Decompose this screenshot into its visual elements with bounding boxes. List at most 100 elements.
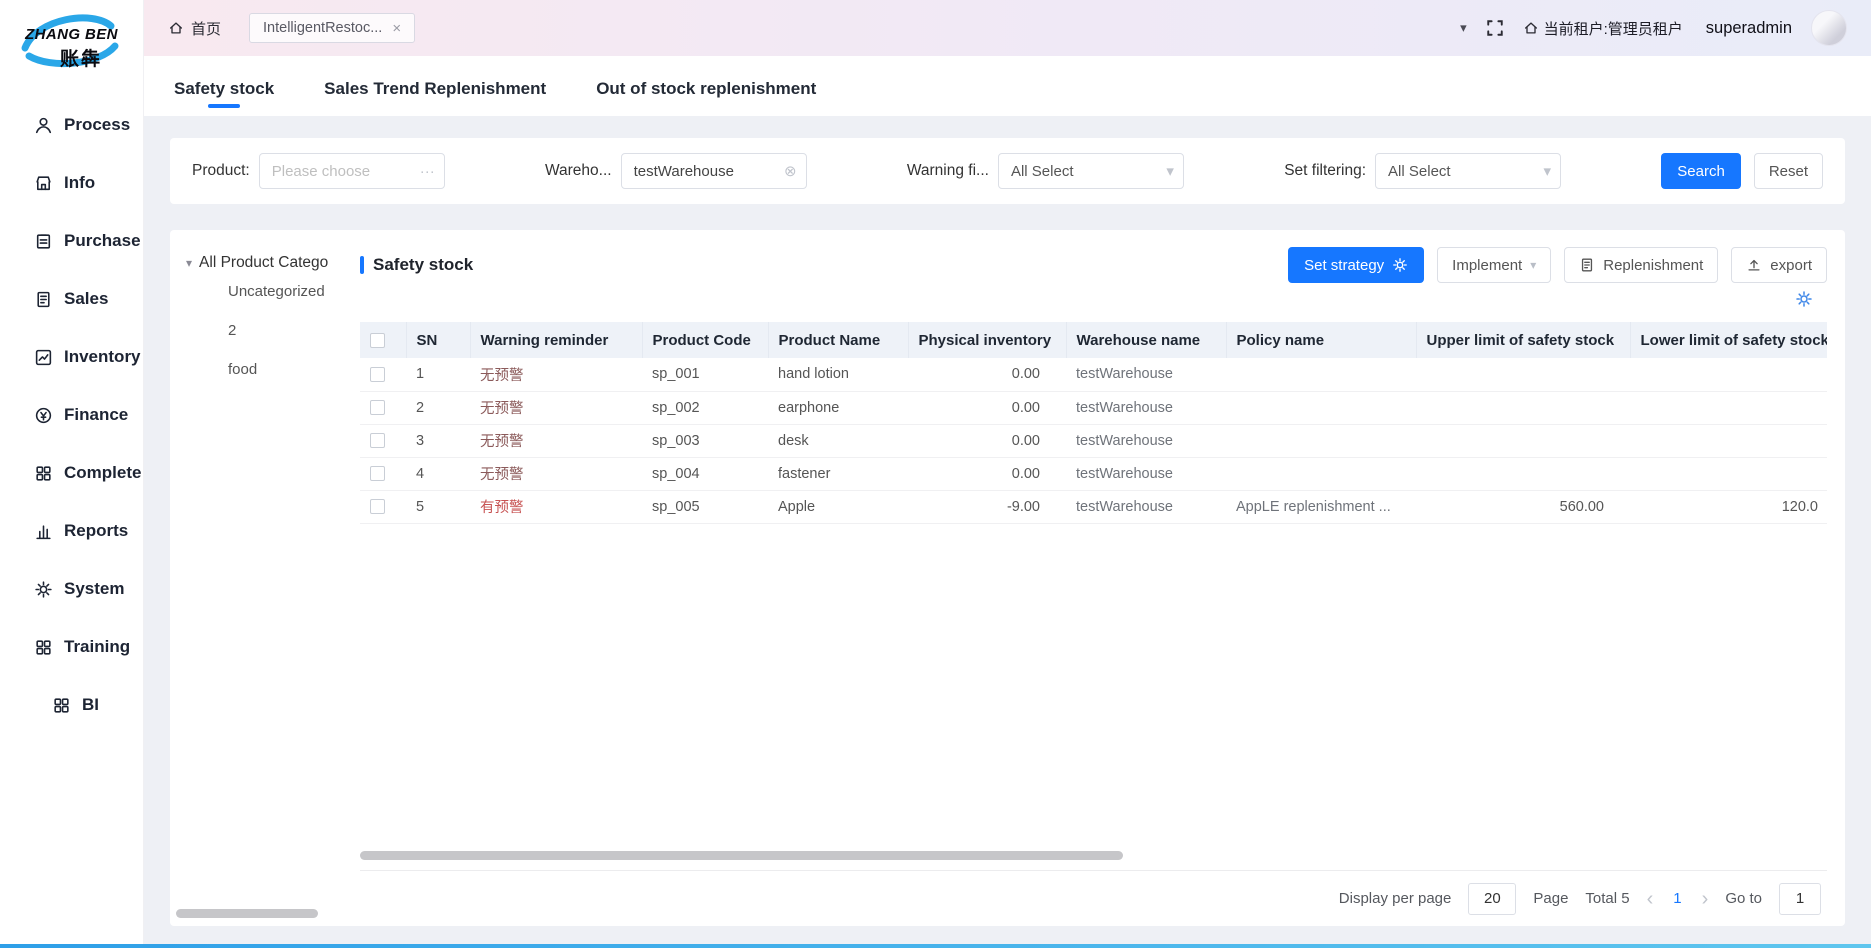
page-size-input[interactable] [1468,883,1516,915]
tree-node-2[interactable]: 2 [186,311,360,350]
table-row[interactable]: 2无预警sp_002earphone0.00testWarehouse [360,391,1827,424]
cell-name: desk [768,424,908,457]
page-label: Page [1533,890,1568,907]
sidebar-item-sales[interactable]: Sales [0,270,143,328]
topbar: 首页 IntelligentRestoc... × ▾ 当前租户:管理员租户 s… [144,0,1871,56]
cell-code: sp_003 [642,424,768,457]
store-icon [34,174,53,193]
sidebar-item-label: Reports [64,521,128,541]
sidebar-item-label: Process [64,115,130,135]
open-page-tab[interactable]: IntelligentRestoc... × [249,13,415,43]
tree-collapse-icon[interactable]: ▾ [186,256,192,270]
table-row[interactable]: 3无预警sp_003desk0.00testWarehouse [360,424,1827,457]
table-row[interactable]: 4无预警sp_004fastener0.00testWarehouse [360,457,1827,490]
prev-page-button[interactable]: ‹ [1647,889,1654,909]
column-header-policy-name: Policy name [1226,322,1416,358]
row-select-cell [360,490,406,523]
cell-code: sp_002 [642,391,768,424]
close-icon[interactable]: × [392,21,401,36]
replenishment-button[interactable]: Replenishment [1564,247,1718,283]
column-header-product-code: Product Code [642,322,768,358]
row-select-cell [360,424,406,457]
filter-bar: Product: ··· Wareho... ⊗ Warning fi... [170,138,1845,204]
column-header-lower-limit-of-safety-stock: Lower limit of safety stock [1630,322,1827,358]
reset-button[interactable]: Reset [1754,153,1823,189]
table-row[interactable]: 5有预警sp_005Apple-9.00testWarehouseAppLE r… [360,490,1827,523]
cell-policy [1226,457,1416,490]
row-checkbox[interactable] [370,499,385,514]
cell-warehouse: testWarehouse [1066,490,1226,523]
cell-upper [1416,457,1630,490]
tab-sales-trend-replenishment[interactable]: Sales Trend Replenishment [322,79,548,116]
content-area: Product: ··· Wareho... ⊗ Warning fi... [144,116,1871,948]
display-per-page-label: Display per page [1339,890,1452,907]
table-settings-gear-icon[interactable] [1795,290,1813,308]
warehouse-input[interactable] [622,154,806,188]
panel-actions: Set strategy Implement ▾ Replenishment [1288,247,1827,283]
page-horizontal-scrollbar[interactable] [176,909,318,918]
cell-lower [1630,391,1827,424]
warehouse-picker[interactable]: ⊗ [621,153,807,189]
tab-label: Out of stock replenishment [596,79,816,98]
goto-page-input[interactable] [1779,883,1821,915]
grid-icon [34,464,53,483]
table-horizontal-scrollbar[interactable] [360,851,1123,860]
sidebar-item-bi[interactable]: BI [0,676,143,734]
sidebar-item-purchase[interactable]: Purchase [0,212,143,270]
sidebar-item-system[interactable]: System [0,560,143,618]
set-strategy-button[interactable]: Set strategy [1288,247,1424,283]
export-button[interactable]: export [1731,247,1827,283]
select-all-checkbox[interactable] [370,333,385,348]
sidebar-item-process[interactable]: Process [0,96,143,154]
column-header-warehouse-name: Warehouse name [1066,322,1226,358]
set-filtering-select[interactable]: All Select ▾ [1375,153,1561,189]
table-row[interactable]: 1无预警sp_001hand lotion0.00testWarehouse [360,358,1827,391]
set-strategy-label: Set strategy [1304,257,1384,274]
sidebar-item-inventory[interactable]: Inventory [0,328,143,386]
product-input[interactable] [260,154,444,188]
tenant-home-icon [1523,20,1539,36]
tab-out-of-stock-replenishment[interactable]: Out of stock replenishment [594,79,818,116]
search-button[interactable]: Search [1661,153,1741,189]
safety-stock-card: ▾ All Product Catego Uncategorized2food … [170,230,1845,926]
ellipsis-picker-icon[interactable]: ··· [420,164,435,179]
product-picker[interactable]: ··· [259,153,445,189]
cell-name: fastener [768,457,908,490]
row-checkbox[interactable] [370,433,385,448]
row-checkbox[interactable] [370,367,385,382]
sidebar-item-complete[interactable]: Complete [0,444,143,502]
sidebar-item-training[interactable]: Training [0,618,143,676]
main-column: 首页 IntelligentRestoc... × ▾ 当前租户:管理员租户 s… [144,0,1871,948]
cell-inventory: -9.00 [908,490,1066,523]
tree-node-all-product-category[interactable]: ▾ All Product Catego [186,254,360,272]
avatar[interactable] [1811,10,1847,46]
cell-upper [1416,424,1630,457]
sidebar-item-label: Inventory [64,347,141,367]
tab-safety-stock[interactable]: Safety stock [172,79,276,116]
sidebar-item-finance[interactable]: Finance [0,386,143,444]
cell-inventory: 0.00 [908,457,1066,490]
row-select-cell [360,358,406,391]
cell-code: sp_004 [642,457,768,490]
home-breadcrumb[interactable]: 首页 [168,18,221,39]
implement-button[interactable]: Implement ▾ [1437,247,1551,283]
tree-node-food[interactable]: food [186,350,360,389]
chevron-down-icon[interactable]: ▾ [1460,20,1467,36]
tab-label: Sales Trend Replenishment [324,79,546,98]
topbar-right: ▾ 当前租户:管理员租户 superadmin [1460,10,1847,46]
cell-warning: 有预警 [470,490,642,523]
warning-filter-select[interactable]: All Select ▾ [998,153,1184,189]
row-checkbox[interactable] [370,466,385,481]
cell-warehouse: testWarehouse [1066,358,1226,391]
clear-icon[interactable]: ⊗ [784,164,797,179]
row-checkbox[interactable] [370,400,385,415]
next-page-button[interactable]: › [1702,889,1709,909]
username[interactable]: superadmin [1706,19,1792,38]
cell-lower: 120.0 [1630,490,1827,523]
fullscreen-icon[interactable] [1486,19,1504,37]
current-page[interactable]: 1 [1670,890,1684,907]
warehouse-filter-group: Wareho... ⊗ [545,153,807,189]
tree-node-uncategorized[interactable]: Uncategorized [186,272,360,311]
sidebar-item-info[interactable]: Info [0,154,143,212]
sidebar-item-reports[interactable]: Reports [0,502,143,560]
